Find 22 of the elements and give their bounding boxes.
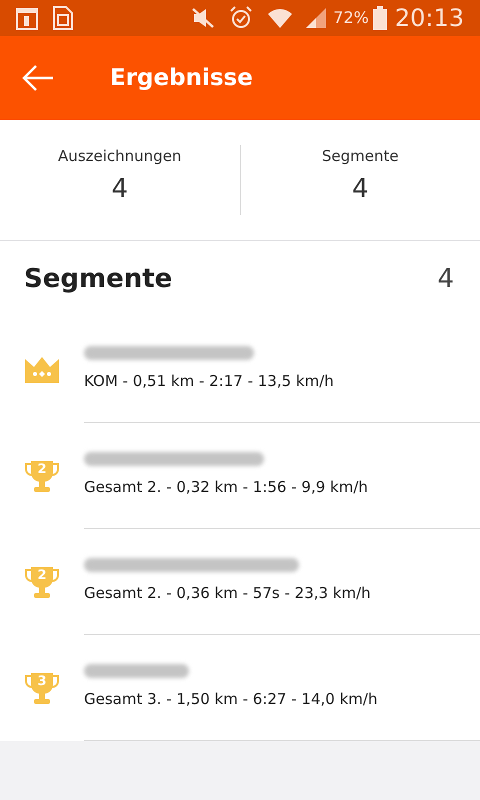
- signal-icon: [305, 7, 328, 29]
- summary-value: 4: [111, 172, 128, 206]
- crown-icon: [24, 356, 60, 384]
- segment-result: Gesamt 2. - 0,36 km - 57s - 23,3 km/h: [84, 583, 372, 604]
- section-count: 4: [437, 262, 454, 296]
- segment-result: Gesamt 3. - 1,50 km - 6:27 - 14,0 km/h: [84, 689, 378, 710]
- screen-title: Ergebnisse: [110, 64, 253, 93]
- sim-card-icon: [52, 6, 74, 30]
- summary-label: Segmente: [322, 146, 399, 167]
- wifi-icon: [267, 6, 294, 30]
- summary-value: 4: [352, 172, 369, 206]
- mute-icon: [191, 7, 216, 29]
- clock-time: 20:13: [394, 3, 464, 34]
- calendar-icon: [16, 6, 38, 30]
- battery-percentage: 72%: [333, 7, 369, 29]
- alarm-clock-icon: [229, 6, 254, 30]
- summary-label: Auszeichnungen: [58, 146, 182, 167]
- section-title: Segmente: [24, 262, 172, 296]
- segment-result: Gesamt 2. - 0,32 km - 1:56 - 9,9 km/h: [84, 477, 369, 498]
- back-arrow-icon: [21, 64, 55, 92]
- battery-icon: [372, 6, 387, 30]
- segment-result: KOM - 0,51 km - 2:17 - 13,5 km/h: [84, 371, 335, 392]
